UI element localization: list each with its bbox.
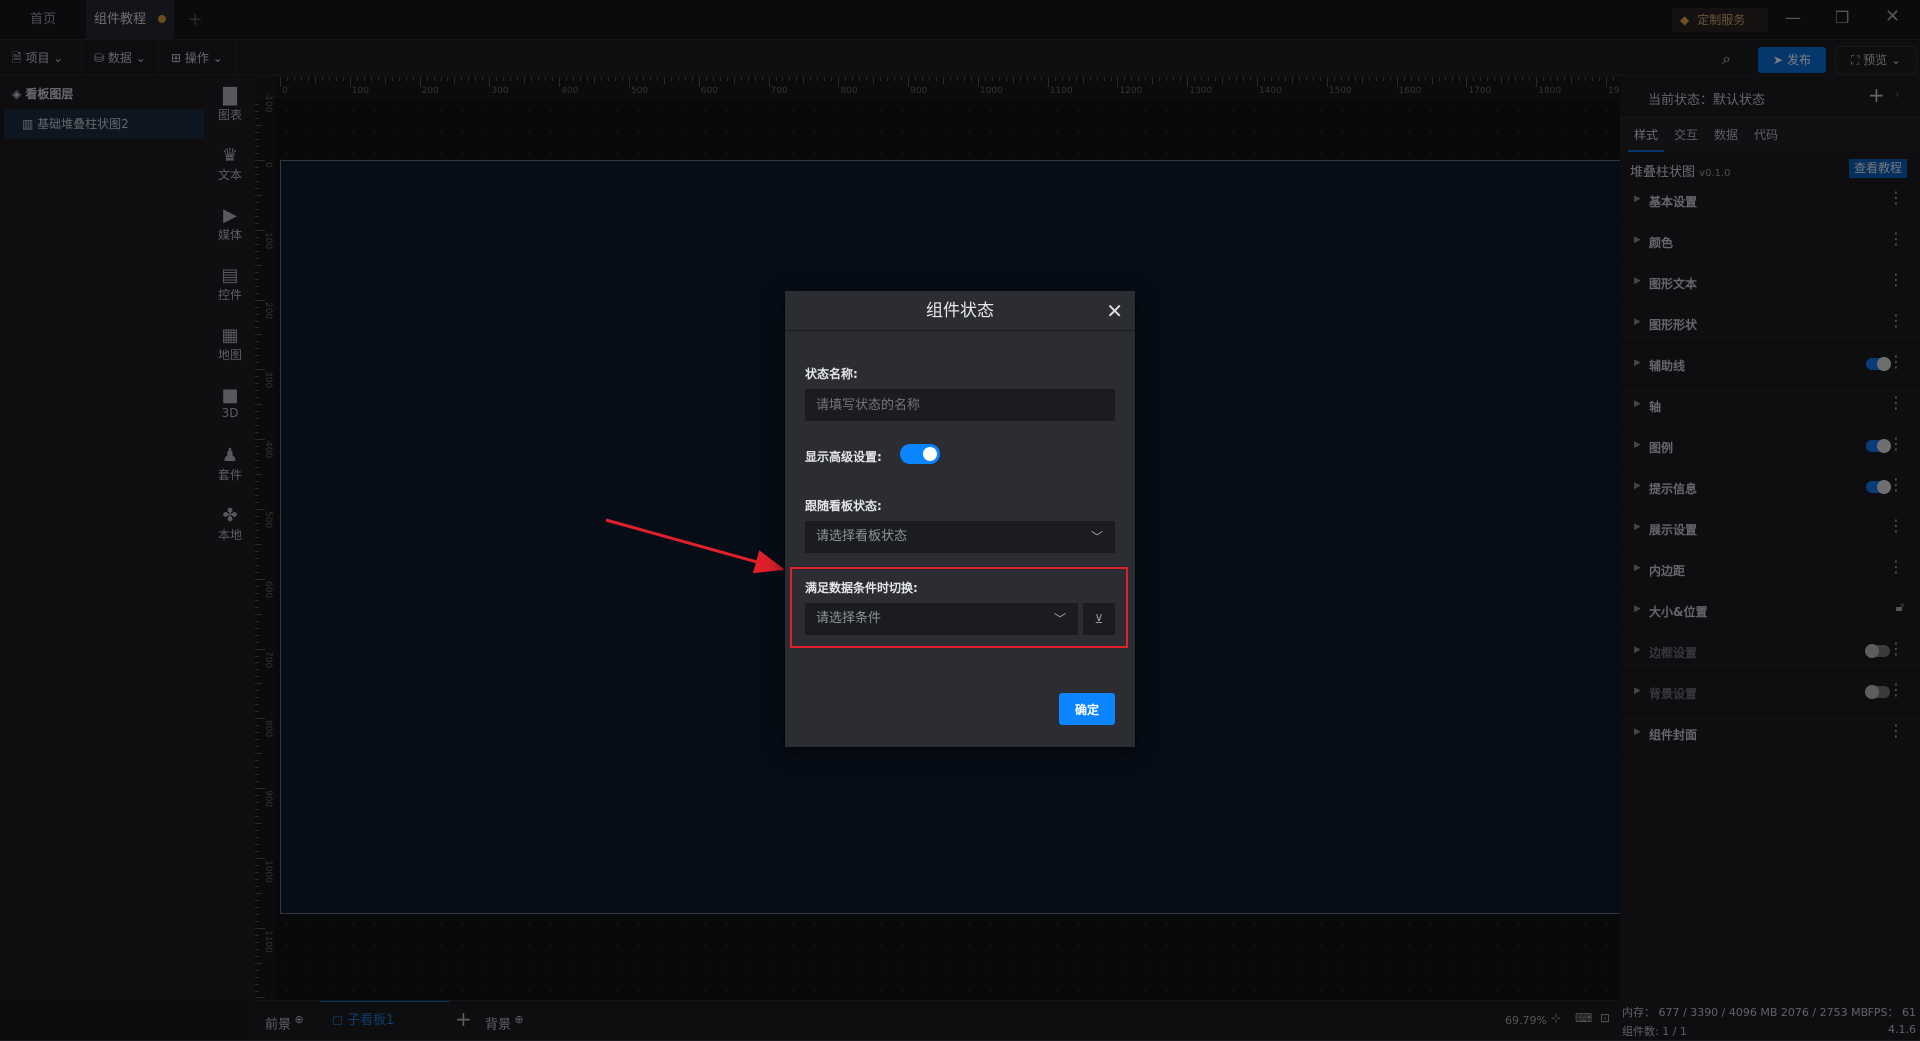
state-name-input[interactable] xyxy=(805,389,1115,421)
follow-board-state-label: 跟随看板状态: xyxy=(805,499,882,513)
chevron-down-icon: ﹀ xyxy=(1090,530,1103,544)
state-name-label: 状态名称: xyxy=(805,367,858,381)
dialog-title: 组件状态 xyxy=(785,291,1135,331)
component-state-dialog: 组件状态 ✕ 状态名称: 显示高级设置: 跟随看板状态: 请选择看板状态﹀ 满足… xyxy=(785,291,1135,747)
confirm-button[interactable]: 确定 xyxy=(1059,693,1115,725)
advanced-settings-label: 显示高级设置: xyxy=(805,450,882,464)
highlight-box xyxy=(790,567,1128,648)
arrow-line xyxy=(605,518,785,574)
advanced-settings-toggle[interactable] xyxy=(900,444,940,464)
close-icon[interactable]: ✕ xyxy=(1106,299,1123,323)
board-state-select[interactable]: 请选择看板状态 ﹀ xyxy=(805,521,1115,553)
select-placeholder: 请选择看板状态 xyxy=(816,529,908,544)
